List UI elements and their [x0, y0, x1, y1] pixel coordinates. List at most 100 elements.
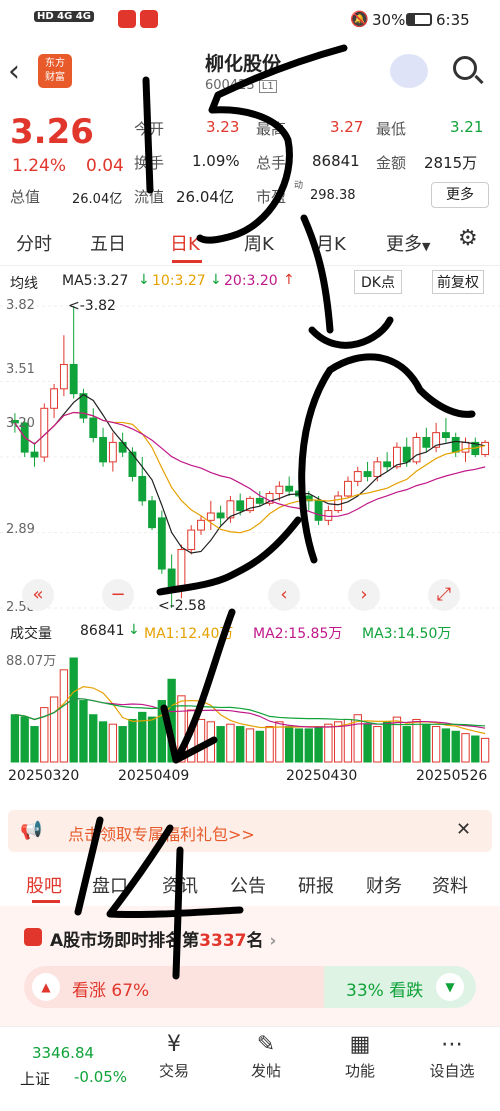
- volume-bar: [49, 696, 59, 763]
- candle-body: [285, 485, 294, 492]
- index-name: 上证: [20, 1070, 51, 1088]
- volume-bar: [333, 721, 343, 763]
- candle-body: [118, 441, 127, 453]
- tab-guba[interactable]: 股吧: [26, 872, 62, 898]
- ma3-value: MA3:14.50万: [362, 626, 452, 642]
- post-label: 发帖: [250, 1062, 281, 1080]
- bearish-label: 33% 看跌: [346, 981, 424, 1001]
- back-icon[interactable]: ‹: [8, 54, 20, 89]
- tab-news[interactable]: 资讯: [162, 872, 198, 898]
- tab-five-day[interactable]: 五日: [90, 230, 126, 256]
- app-notification-icon: [118, 10, 136, 28]
- volume-bar: [147, 716, 157, 763]
- volume-bar: [304, 728, 313, 763]
- date-label: 20250430: [286, 768, 358, 784]
- candle-body: [236, 500, 245, 512]
- logo-text: 东方: [45, 58, 65, 69]
- candle-body: [344, 480, 352, 497]
- candle-body: [334, 495, 343, 512]
- volume-bar: [79, 700, 88, 763]
- candle-body: [451, 437, 460, 453]
- bearish-button[interactable]: 33% 看跌 ▼: [324, 966, 476, 1008]
- volume-value: 86841: [80, 623, 125, 639]
- mute-icon: 🔕: [350, 10, 369, 28]
- more-button[interactable]: 更多: [431, 182, 489, 208]
- candle-body: [441, 432, 450, 439]
- kline-svg: [0, 305, 500, 609]
- volume-bar: [314, 726, 323, 763]
- volume-axis-label: 88.07万: [6, 654, 57, 669]
- volume-bar: [471, 735, 480, 763]
- volume-bar: [98, 721, 108, 763]
- volume-bar: [196, 718, 206, 763]
- active-subtab-indicator: [32, 900, 60, 903]
- tab-day-k[interactable]: 日K: [170, 230, 200, 256]
- candle-body: [363, 471, 372, 477]
- volume-bar: [89, 714, 98, 763]
- current-price: 3.26: [10, 112, 94, 152]
- volume-bar: [451, 730, 460, 763]
- ma1-value: MA1:12.40万: [144, 626, 234, 642]
- tab-more-label: 更多: [386, 234, 422, 255]
- volume-bar: [255, 730, 264, 763]
- post-button[interactable]: ✎ 发帖: [216, 1030, 316, 1081]
- bullish-button[interactable]: ▲ 看涨 67%: [24, 966, 324, 1008]
- rank-text[interactable]: A股市场即时排名第3337名 ›: [50, 926, 276, 951]
- bullish-label: 看涨 67%: [72, 981, 150, 1001]
- candle-body: [481, 441, 490, 456]
- candle-body: [383, 461, 392, 468]
- app-notification-icon: [140, 10, 158, 28]
- candle-body: [373, 461, 382, 477]
- zoom-out-icon[interactable]: −: [102, 579, 134, 611]
- tab-finance[interactable]: 财务: [366, 872, 402, 898]
- tab-profile[interactable]: 资料: [432, 872, 468, 898]
- close-icon[interactable]: ✕: [456, 819, 471, 840]
- tab-pankou[interactable]: 盘口: [92, 872, 128, 898]
- total-value: 26.04亿: [72, 192, 123, 207]
- high-value: 3.27: [330, 118, 364, 136]
- robot-assistant-icon[interactable]: [390, 54, 428, 88]
- volume-bar: [206, 721, 215, 763]
- promo-banner[interactable]: 📢 点击领取专属福利礼包>> ✕: [8, 810, 492, 852]
- ma-line: [14, 411, 486, 534]
- amount-value: 2815万: [424, 154, 478, 172]
- volume-select[interactable]: 成交量: [10, 623, 52, 643]
- tab-minute[interactable]: 分时: [16, 230, 52, 256]
- price-axis-label: 2.89: [6, 522, 35, 537]
- candle-body: [275, 485, 284, 495]
- candle-body: [69, 363, 78, 395]
- tab-more[interactable]: 更多▼: [386, 230, 430, 256]
- kline-chart[interactable]: 3.82 3.51 3.20 2.89 2.58 <-3.82 <-2.58: [0, 268, 500, 618]
- logo-text: 财富: [45, 72, 65, 83]
- stock-header: ‹ 东方 财富 柳化股份 600423 L1: [0, 40, 500, 102]
- tab-week-k[interactable]: 周K: [244, 230, 274, 256]
- candle-body: [422, 437, 431, 448]
- step-right-icon[interactable]: ›: [348, 579, 380, 611]
- clock: 6:35: [436, 11, 470, 29]
- tab-research[interactable]: 研报: [298, 872, 334, 898]
- fullscreen-icon[interactable]: ⤢: [428, 579, 460, 611]
- volume-svg: [10, 657, 490, 763]
- pe-superscript: 动: [294, 181, 304, 191]
- trade-button[interactable]: ¥ 交易: [124, 1030, 224, 1081]
- tab-announcement[interactable]: 公告: [230, 872, 266, 898]
- settings-gear-icon[interactable]: ⚙: [458, 226, 478, 251]
- signal-icon: HD 4G 4G: [34, 11, 94, 22]
- caret-up-icon: ▲: [32, 973, 60, 1001]
- tab-month-k[interactable]: 月K: [316, 230, 346, 256]
- volume-indicator-bar: 成交量 86841 ↓ MA1:12.40万 MA2:15.85万 MA3:14…: [0, 621, 500, 643]
- functions-button[interactable]: ▦ 功能: [310, 1030, 410, 1081]
- step-left-icon[interactable]: ‹: [268, 579, 300, 611]
- volume-bar: [10, 714, 20, 763]
- volume-bar: [294, 728, 304, 763]
- double-left-icon[interactable]: «: [22, 579, 54, 611]
- battery-icon: [406, 13, 432, 26]
- volume-chart[interactable]: 88.07万: [0, 646, 500, 766]
- candle-body: [50, 388, 59, 409]
- volume-bar: [20, 716, 29, 763]
- volume-bar: [382, 721, 392, 763]
- pe-label: 市盈: [256, 188, 287, 206]
- low-label: 最低: [376, 120, 407, 138]
- watchlist-button[interactable]: ⋯ 设自选: [402, 1030, 500, 1081]
- change-pct: 1.24%: [12, 156, 67, 176]
